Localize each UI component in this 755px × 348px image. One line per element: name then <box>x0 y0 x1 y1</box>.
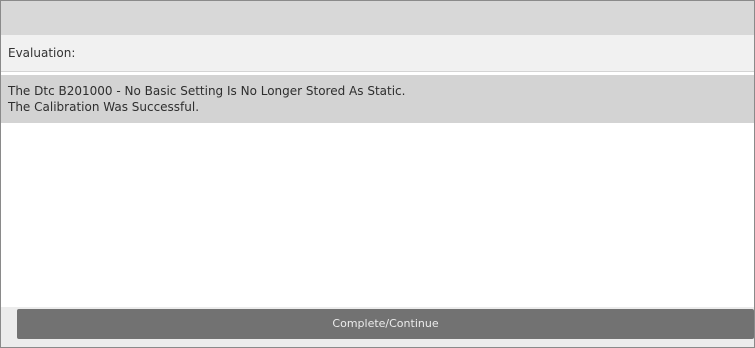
content-area <box>1 123 754 307</box>
evaluation-header: Evaluation: <box>1 35 754 72</box>
evaluation-message: The Dtc B201000 - No Basic Setting Is No… <box>1 75 754 123</box>
message-line-dtc: The Dtc B201000 - No Basic Setting Is No… <box>8 84 406 98</box>
title-bar <box>1 1 754 35</box>
evaluation-label: Evaluation: <box>8 46 76 60</box>
complete-continue-button[interactable]: Complete/Continue <box>17 309 754 339</box>
dialog-window: Evaluation: The Dtc B201000 - No Basic S… <box>0 0 755 348</box>
message-line-calibration: The Calibration Was Successful. <box>8 100 200 114</box>
